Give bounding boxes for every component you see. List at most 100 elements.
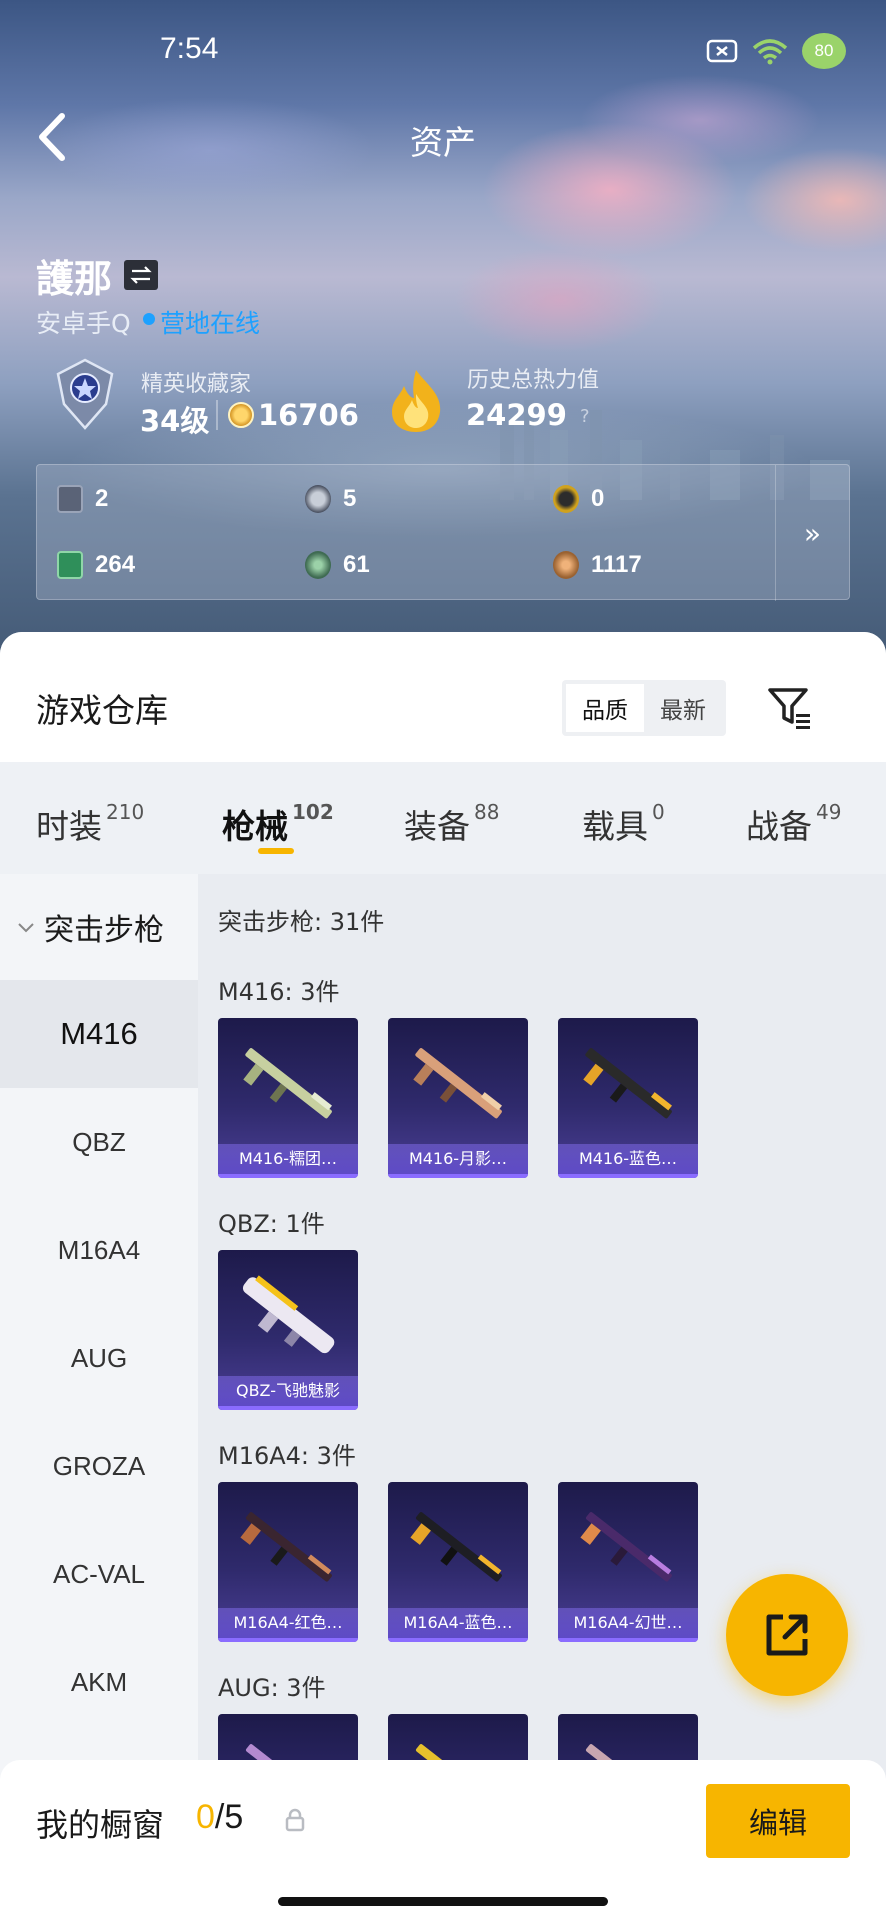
- warehouse-sheet: 游戏仓库 品质 最新 时装 210 枪械 102 装备 88 载具 0 战备 49 突击步…: [0, 632, 886, 1920]
- tab-firearms[interactable]: 枪械 102: [222, 800, 334, 848]
- sidebar-item-m416[interactable]: M416: [0, 980, 198, 1088]
- online-dot: [143, 313, 155, 325]
- rank-points: 16706: [258, 398, 359, 432]
- tab-count: 210: [106, 800, 145, 824]
- tab-equipment[interactable]: 装备 88: [404, 800, 499, 848]
- warehouse-header: 游戏仓库 品质 最新: [0, 632, 886, 762]
- help-icon[interactable]: ?: [580, 406, 590, 427]
- sort-toggle: 品质 最新: [562, 680, 726, 736]
- rifle-icon: [240, 1512, 332, 1582]
- weapon-card[interactable]: M16A4-幻世…: [558, 1482, 698, 1642]
- coin-icon: [228, 402, 254, 428]
- group-title: M416: 3件: [218, 978, 340, 1006]
- stats-more-button[interactable]: »: [775, 465, 849, 601]
- stat-card: 2: [57, 485, 108, 513]
- showcase-label: 我的橱窗: [36, 1806, 165, 1844]
- stat-value: 1117: [591, 551, 642, 578]
- weapon-card[interactable]: M16A4-红色…: [218, 1482, 358, 1642]
- bronze-orb-icon: [553, 551, 579, 579]
- sidebar-item-qbz[interactable]: QBZ: [0, 1088, 198, 1196]
- rifle-icon: [580, 1512, 672, 1582]
- home-indicator[interactable]: [278, 1897, 608, 1906]
- rank-emblem-icon: [56, 358, 114, 430]
- online-status: 营地在线: [160, 309, 261, 338]
- rank-title: 精英收藏家: [141, 372, 252, 397]
- tab-label: 时装: [36, 807, 102, 846]
- tab-label: 战备: [746, 807, 812, 846]
- sidebar-item-ac-val[interactable]: AC-VAL: [0, 1520, 198, 1628]
- tab-count: 88: [474, 800, 500, 824]
- rifle-icon: [413, 1048, 502, 1119]
- heat-value: 24299: [466, 398, 567, 432]
- rifle-icon: [583, 1048, 672, 1119]
- group-title: M16A4: 3件: [218, 1442, 356, 1470]
- rifle-icon: [410, 1512, 502, 1582]
- tab-vehicles[interactable]: 载具 0: [582, 800, 665, 848]
- sidebar-item-aug[interactable]: AUG: [0, 1304, 198, 1412]
- sort-quality-button[interactable]: 品质: [566, 684, 644, 732]
- switch-account-icon[interactable]: [124, 260, 158, 290]
- gold-badge-icon: [553, 485, 579, 513]
- stat-value: 5: [343, 485, 357, 512]
- weapon-card-label: M16A4-蓝色…: [388, 1608, 528, 1642]
- group-title: QBZ: 1件: [218, 1210, 325, 1238]
- category-tabs: 时装 210 枪械 102 装备 88 载具 0 战备 49: [0, 762, 886, 874]
- weapon-card[interactable]: M416-蓝色…: [558, 1018, 698, 1178]
- weapon-card-label: M16A4-幻世…: [558, 1608, 698, 1642]
- showcase-count: 0/5: [196, 1798, 243, 1837]
- sidebar-item-groza[interactable]: GROZA: [0, 1412, 198, 1520]
- tab-supplies[interactable]: 战备 49: [746, 800, 841, 848]
- sidebar-item-akm[interactable]: AKM: [0, 1628, 198, 1736]
- asset-stats-panel[interactable]: 2 5 0 264 61 1117 »: [36, 464, 850, 601]
- stat-green-orb: 61: [305, 551, 370, 579]
- rifle-icon: [243, 1048, 332, 1119]
- heat-title: 历史总热力值: [467, 368, 600, 393]
- weapon-card[interactable]: M416-月影…: [388, 1018, 528, 1178]
- stat-bronze-orb: 1117: [553, 551, 642, 579]
- share-button[interactable]: [726, 1574, 848, 1696]
- platform-label: 安卓手Q: [36, 309, 131, 338]
- weapon-card-label: M416-月影…: [388, 1144, 528, 1178]
- fire-icon: [392, 370, 441, 432]
- silver-coin-icon: [305, 485, 331, 513]
- weapon-card[interactable]: QBZ-飞驰魅影: [218, 1250, 358, 1410]
- active-tab-indicator: [258, 848, 294, 854]
- weapon-card[interactable]: M16A4-蓝色…: [388, 1482, 528, 1642]
- filter-icon[interactable]: [766, 684, 814, 732]
- stat-value: 0: [591, 485, 605, 512]
- category-title: 突击步枪: 31件: [218, 908, 385, 936]
- sidebar-group-label: 突击步枪: [44, 913, 164, 948]
- sim-off-icon: [706, 39, 738, 63]
- sidebar-item-m16a4[interactable]: M16A4: [0, 1196, 198, 1304]
- tab-count: 49: [816, 800, 842, 824]
- wifi-icon: [752, 39, 788, 65]
- battery-indicator: 80: [802, 33, 846, 69]
- stat-silver: 5: [305, 485, 356, 513]
- rank-level: 34级: [140, 404, 210, 438]
- username: 護那: [36, 257, 113, 301]
- sort-newest-button[interactable]: 最新: [644, 684, 722, 732]
- weapon-card[interactable]: M416-糯团…: [218, 1018, 358, 1178]
- status-icons: 80: [706, 33, 846, 69]
- edit-button[interactable]: 编辑: [706, 1784, 850, 1858]
- chevron-down-icon: [18, 923, 34, 933]
- green-orb-icon: [305, 551, 331, 579]
- weapon-card-label: M416-糯团…: [218, 1144, 358, 1178]
- tab-label: 装备: [404, 807, 470, 846]
- tab-fashion[interactable]: 时装 210: [36, 800, 144, 848]
- rifle-icon: [242, 1275, 335, 1354]
- weapon-card-label: M416-蓝色…: [558, 1144, 698, 1178]
- tab-count: 0: [652, 800, 665, 824]
- stat-green-card: 264: [57, 551, 135, 579]
- stat-value: 61: [343, 551, 370, 578]
- stat-value: 2: [95, 485, 109, 512]
- share-icon: [766, 1614, 808, 1656]
- sidebar-group-assault-rifle[interactable]: 突击步枪: [0, 874, 198, 980]
- showcase-bar: 我的橱窗 0/5 编辑: [0, 1760, 886, 1920]
- showcase-current: 0: [196, 1798, 215, 1836]
- page-title: 资产: [410, 123, 476, 162]
- green-card-icon: [57, 551, 83, 579]
- card-icon: [57, 485, 83, 513]
- showcase-total: /5: [214, 1798, 244, 1836]
- status-time: 7:54: [160, 32, 219, 65]
